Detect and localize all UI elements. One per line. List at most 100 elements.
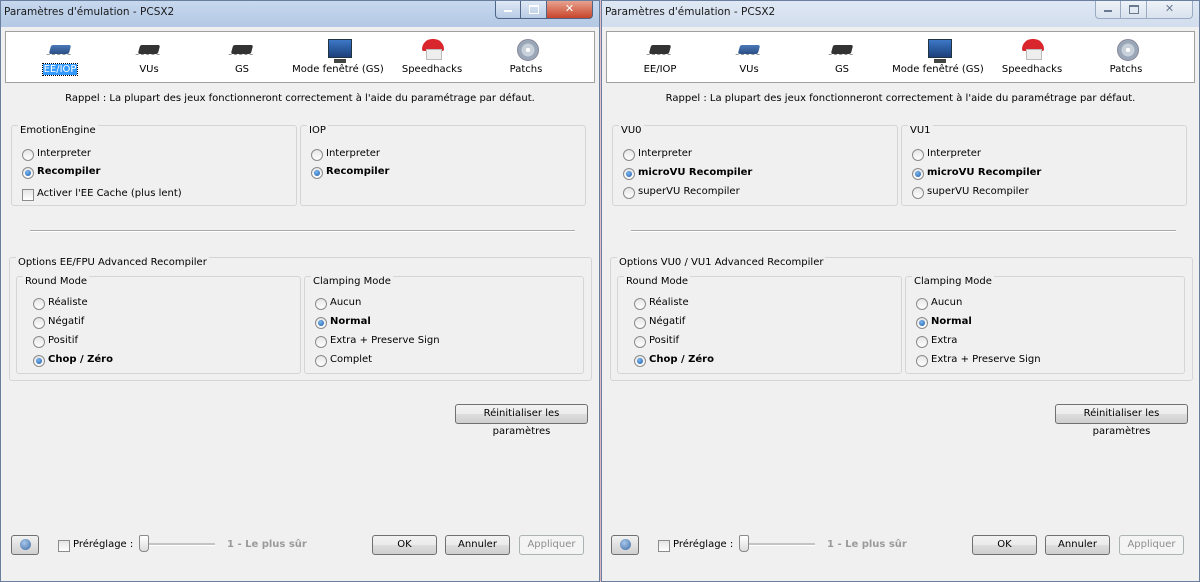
gs-chip-icon [228, 37, 256, 61]
separator [30, 230, 575, 232]
preset-value: 1 - Le plus sûr [227, 539, 307, 550]
checkbox-label: Préréglage : [673, 539, 734, 550]
tab-patchs[interactable]: Patchs [1091, 32, 1161, 82]
preset-slider[interactable] [739, 535, 815, 555]
radio-label: Interpreter [638, 148, 693, 159]
radio-selected-icon [634, 355, 646, 367]
radio-selected-icon [912, 168, 924, 180]
radio-label: Aucun [931, 297, 963, 308]
tab-label: GS [834, 64, 850, 75]
radio-label: Normal [330, 316, 371, 327]
tab-ee-iop[interactable]: EE/IOP [625, 32, 695, 82]
minimize-icon [496, 2, 520, 12]
radio-label: Interpreter [37, 148, 92, 159]
monitor-icon [324, 37, 352, 63]
group-title: Options EE/FPU Advanced Recompiler [16, 257, 209, 268]
tab-windowed-mode[interactable]: Mode fenêtré (GS) [892, 32, 984, 82]
iop-group: IOP Interpreter Recompiler [300, 125, 586, 206]
defaults-reminder: Rappel : La plupart des jeux fonctionner… [65, 93, 535, 104]
tab-speedhacks[interactable]: Speedhacks [997, 32, 1067, 82]
group-title: Round Mode [624, 276, 691, 287]
cancel-button[interactable]: Annuler [445, 535, 510, 555]
tab-gs[interactable]: GS [207, 32, 277, 82]
radio-selected-icon [22, 167, 34, 179]
help-button[interactable] [611, 535, 639, 555]
radio-label: Interpreter [326, 148, 381, 159]
clamping-mode-group: Clamping Mode Aucun Normal Extra + Prese… [304, 276, 584, 374]
radio-icon [33, 298, 45, 310]
tab-windowed-mode[interactable]: Mode fenêtré (GS) [292, 32, 384, 82]
tab-patchs[interactable]: Patchs [491, 32, 561, 82]
slider-thumb[interactable] [139, 535, 149, 552]
checkbox-icon [658, 540, 670, 552]
disc-icon [1112, 37, 1140, 61]
preset-slider[interactable] [139, 535, 215, 555]
tab-vus[interactable]: VUs [714, 32, 784, 82]
ok-button[interactable]: OK [972, 535, 1037, 555]
radio-label: Aucun [330, 297, 362, 308]
help-button[interactable] [11, 535, 39, 555]
group-title: Round Mode [23, 276, 90, 287]
apply-button[interactable]: Appliquer [1119, 535, 1184, 555]
radio-label: Réaliste [649, 297, 689, 308]
slider-thumb[interactable] [739, 535, 749, 552]
radio-icon [916, 336, 928, 348]
reset-settings-button[interactable]: Réinitialiser les paramètres [1055, 404, 1188, 437]
emulation-settings-window-left: Paramètres d'émulation - PCSX2 ✕ EE/IOP … [0, 0, 600, 582]
close-button[interactable]: ✕ [547, 1, 593, 19]
vu1-group: VU1 Interpreter microVU Recompiler super… [901, 125, 1187, 206]
close-button[interactable]: ✕ [1147, 1, 1193, 19]
tab-vus[interactable]: VUs [114, 32, 184, 82]
vu-chip-icon [135, 37, 163, 61]
group-title: Options VU0 / VU1 Advanced Recompiler [617, 257, 826, 268]
emulation-settings-window-right: Paramètres d'émulation - PCSX2 ✕ EE/IOP … [601, 0, 1200, 582]
tab-ee-iop[interactable]: EE/IOP [25, 32, 95, 82]
radio-icon [22, 149, 34, 161]
mushroom-icon [418, 37, 446, 61]
radio-label: superVU Recompiler [927, 186, 1029, 197]
radio-icon [315, 355, 327, 367]
radio-icon [33, 336, 45, 348]
maximize-button[interactable] [1121, 1, 1147, 19]
reset-settings-button[interactable]: Réinitialiser les paramètres [455, 404, 588, 437]
tab-label: Patchs [509, 64, 543, 75]
gs-chip-icon [828, 37, 856, 61]
radio-icon [634, 336, 646, 348]
radio-label: Positif [649, 335, 679, 346]
cpu-chip-icon [46, 37, 74, 61]
radio-icon [912, 149, 924, 161]
tab-speedhacks[interactable]: Speedhacks [397, 32, 467, 82]
separator [631, 230, 1176, 232]
defaults-reminder: Rappel : La plupart des jeux fonctionner… [665, 93, 1136, 104]
radio-label: Chop / Zéro [48, 354, 113, 365]
tab-gs[interactable]: GS [807, 32, 877, 82]
help-globe-icon [20, 539, 31, 550]
checkbox-label: Préréglage : [73, 539, 134, 550]
radio-label: Négatif [48, 316, 85, 327]
radio-label: Chop / Zéro [649, 354, 714, 365]
tab-label: GS [234, 64, 250, 75]
radio-label: microVU Recompiler [638, 167, 753, 178]
group-title: EmotionEngine [18, 125, 98, 136]
radio-label: Complet [330, 354, 373, 365]
radio-selected-icon [33, 355, 45, 367]
cpu-chip-icon [646, 37, 674, 61]
apply-button[interactable]: Appliquer [519, 535, 584, 555]
checkbox-label: Activer l'EE Cache (plus lent) [37, 188, 182, 199]
clamping-mode-group: Clamping Mode Aucun Normal Extra Extra +… [905, 276, 1185, 374]
minimize-button[interactable] [495, 1, 521, 19]
title-bar[interactable]: Paramètres d'émulation - PCSX2 ✕ [1, 1, 599, 27]
help-globe-icon [620, 539, 631, 550]
maximize-button[interactable] [521, 1, 547, 19]
advanced-recompiler-group: Options VU0 / VU1 Advanced Recompiler Ro… [610, 257, 1193, 381]
radio-selected-icon [623, 168, 635, 180]
radio-icon [623, 149, 635, 161]
vu-chip-icon [735, 37, 763, 61]
cancel-button[interactable]: Annuler [1045, 535, 1110, 555]
title-bar[interactable]: Paramètres d'émulation - PCSX2 ✕ [602, 1, 1199, 27]
radio-label: Recompiler [37, 166, 101, 177]
group-title: Clamping Mode [912, 276, 994, 287]
ok-button[interactable]: OK [372, 535, 437, 555]
settings-toolbar: EE/IOP VUs GS Mode fenêtré (GS) Speedhac… [5, 31, 595, 83]
minimize-button[interactable] [1095, 1, 1121, 19]
